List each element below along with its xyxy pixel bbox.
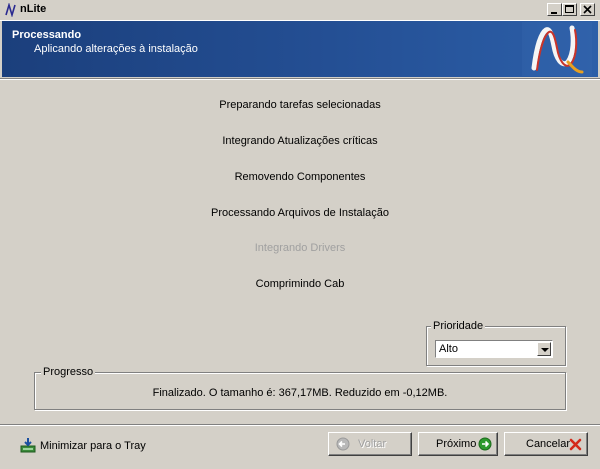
maximize-button[interactable] — [562, 3, 577, 16]
task-critical-updates: Integrando Atualizações críticas — [222, 135, 378, 147]
cancel-button[interactable]: Cancelar — [504, 432, 588, 456]
tray-label: Minimizar para o Tray — [40, 440, 146, 452]
nlite-window: nLite Processando Aplicando alterações à… — [0, 0, 600, 469]
task-preparing: Preparando tarefas selecionadas — [219, 99, 381, 111]
tray-download-icon — [20, 438, 36, 453]
priority-select-value: Alto — [439, 343, 458, 355]
nlite-app-icon — [5, 3, 16, 17]
footer-separator — [0, 424, 600, 426]
priority-legend: Prioridade — [431, 320, 486, 332]
progress-legend: Progresso — [41, 366, 96, 378]
header-separator — [0, 78, 600, 80]
close-button[interactable] — [580, 3, 595, 16]
chevron-down-icon[interactable] — [537, 342, 551, 356]
cancel-label: Cancelar — [526, 438, 571, 450]
back-button[interactable]: Voltar — [328, 432, 412, 456]
next-arrow-icon — [478, 437, 492, 451]
task-removing-components: Removendo Componentes — [234, 171, 366, 183]
task-processing-setup-files: Processando Arquivos de Instalação — [211, 207, 389, 219]
back-arrow-icon — [336, 437, 350, 451]
cancel-x-icon — [569, 438, 582, 451]
maximize-icon — [565, 5, 574, 13]
window-title: nLite — [20, 3, 47, 15]
close-icon — [583, 5, 592, 14]
next-label: Próximo — [436, 438, 477, 450]
priority-group: Prioridade Alto — [426, 320, 566, 366]
progress-group: Progresso Finalizado. O tamanho é: 367,1… — [34, 366, 566, 410]
nlite-logo-icon — [522, 22, 592, 76]
minimize-icon — [551, 12, 557, 14]
page-subtitle: Aplicando alterações à instalação — [34, 43, 198, 55]
minimize-button[interactable] — [547, 3, 562, 16]
task-integrating-drivers: Integrando Drivers — [254, 242, 346, 254]
wizard-header: Processando Aplicando alterações à insta… — [2, 21, 598, 77]
task-compressing-cab: Comprimindo Cab — [255, 278, 345, 290]
title-bar[interactable]: nLite — [0, 0, 600, 21]
next-button[interactable]: Próximo — [418, 432, 498, 456]
back-label: Voltar — [358, 438, 387, 450]
priority-select[interactable]: Alto — [435, 340, 553, 358]
page-title: Processando — [12, 29, 82, 41]
progress-status: Finalizado. O tamanho é: 367,17MB. Reduz… — [152, 387, 448, 399]
